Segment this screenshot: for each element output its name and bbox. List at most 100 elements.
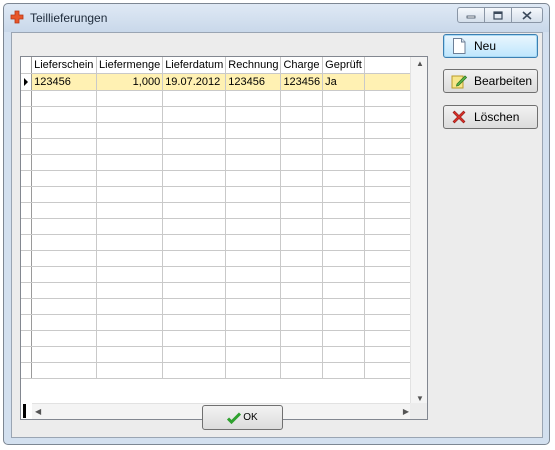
table-cell[interactable] bbox=[225, 250, 282, 267]
table-cell[interactable] bbox=[280, 186, 324, 203]
empty-table-row[interactable] bbox=[21, 122, 412, 139]
table-cell[interactable] bbox=[225, 122, 282, 139]
table-cell[interactable] bbox=[322, 122, 366, 139]
column-header[interactable]: Liefermenge bbox=[96, 57, 164, 74]
table-cell[interactable] bbox=[96, 138, 164, 155]
table-cell[interactable] bbox=[162, 122, 227, 139]
table-cell[interactable] bbox=[31, 122, 98, 139]
empty-table-row[interactable] bbox=[21, 202, 412, 219]
table-cell[interactable] bbox=[96, 330, 164, 347]
table-cell[interactable] bbox=[322, 282, 366, 299]
table-cell[interactable] bbox=[96, 314, 164, 331]
minimize-button[interactable] bbox=[457, 7, 485, 23]
table-cell[interactable] bbox=[364, 234, 412, 251]
empty-table-row[interactable] bbox=[21, 330, 412, 347]
table-cell[interactable] bbox=[162, 298, 227, 315]
table-cell[interactable] bbox=[162, 250, 227, 267]
table-cell[interactable] bbox=[162, 218, 227, 235]
table-cell[interactable] bbox=[322, 154, 366, 171]
table-cell[interactable] bbox=[162, 90, 227, 107]
scroll-up-icon[interactable]: ▲ bbox=[416, 59, 424, 68]
table-cell[interactable] bbox=[96, 106, 164, 123]
table-cell[interactable]: 123456 bbox=[31, 73, 98, 91]
delete-button[interactable]: Löschen bbox=[443, 105, 538, 129]
scroll-down-icon[interactable]: ▼ bbox=[416, 394, 424, 403]
table-cell[interactable] bbox=[364, 138, 412, 155]
table-cell[interactable] bbox=[31, 202, 98, 219]
table-cell[interactable] bbox=[364, 314, 412, 331]
title-bar[interactable]: Teillieferungen bbox=[4, 4, 549, 32]
table-cell[interactable] bbox=[280, 250, 324, 267]
empty-table-row[interactable] bbox=[21, 346, 412, 363]
table-cell[interactable] bbox=[364, 346, 412, 363]
column-header[interactable]: Lieferdatum bbox=[162, 57, 227, 74]
table-cell[interactable] bbox=[31, 138, 98, 155]
edit-button[interactable]: Bearbeiten bbox=[443, 69, 538, 93]
table-cell[interactable] bbox=[364, 73, 412, 91]
table-cell[interactable] bbox=[225, 266, 282, 283]
table-cell[interactable] bbox=[162, 314, 227, 331]
table-cell[interactable] bbox=[31, 266, 98, 283]
table-cell[interactable] bbox=[322, 250, 366, 267]
table-cell[interactable] bbox=[280, 154, 324, 171]
column-header[interactable]: Rechnung bbox=[225, 57, 282, 74]
table-cell[interactable] bbox=[162, 106, 227, 123]
table-cell[interactable] bbox=[280, 218, 324, 235]
table-cell[interactable] bbox=[280, 282, 324, 299]
table-cell[interactable] bbox=[96, 154, 164, 171]
empty-table-row[interactable] bbox=[21, 106, 412, 123]
table-cell[interactable] bbox=[364, 282, 412, 299]
table-cell[interactable] bbox=[162, 154, 227, 171]
table-cell[interactable] bbox=[280, 202, 324, 219]
table-cell[interactable] bbox=[280, 362, 324, 379]
table-cell[interactable] bbox=[322, 138, 366, 155]
table-cell[interactable] bbox=[280, 234, 324, 251]
table-cell[interactable]: 1,000 bbox=[96, 73, 164, 91]
table-cell[interactable] bbox=[96, 186, 164, 203]
table-cell[interactable] bbox=[322, 186, 366, 203]
table-cell[interactable] bbox=[364, 362, 412, 379]
table-cell[interactable] bbox=[31, 330, 98, 347]
table-cell[interactable] bbox=[96, 266, 164, 283]
table-cell[interactable] bbox=[31, 154, 98, 171]
table-cell[interactable] bbox=[322, 298, 366, 315]
table-cell[interactable] bbox=[162, 186, 227, 203]
empty-table-row[interactable] bbox=[21, 298, 412, 315]
table-cell[interactable] bbox=[225, 330, 282, 347]
table-cell[interactable] bbox=[322, 218, 366, 235]
close-button[interactable] bbox=[511, 7, 543, 23]
table-cell[interactable] bbox=[31, 346, 98, 363]
empty-table-row[interactable] bbox=[21, 154, 412, 171]
table-cell[interactable] bbox=[31, 282, 98, 299]
ok-button[interactable]: OK bbox=[202, 405, 283, 430]
table-cell[interactable] bbox=[364, 154, 412, 171]
table-cell[interactable]: Ja bbox=[322, 73, 366, 91]
table-cell[interactable] bbox=[364, 330, 412, 347]
table-cell[interactable] bbox=[31, 218, 98, 235]
maximize-button[interactable] bbox=[484, 7, 512, 23]
table-cell[interactable] bbox=[225, 218, 282, 235]
table-cell[interactable] bbox=[280, 122, 324, 139]
empty-table-row[interactable] bbox=[21, 250, 412, 267]
table-cell[interactable] bbox=[162, 138, 227, 155]
column-header[interactable]: Lieferschein bbox=[31, 57, 98, 74]
column-header[interactable] bbox=[364, 57, 412, 74]
table-cell[interactable] bbox=[162, 266, 227, 283]
table-cell[interactable] bbox=[225, 362, 282, 379]
empty-table-row[interactable] bbox=[21, 90, 412, 107]
table-cell[interactable] bbox=[31, 170, 98, 187]
empty-table-row[interactable] bbox=[21, 186, 412, 203]
empty-table-row[interactable] bbox=[21, 234, 412, 251]
table-cell[interactable] bbox=[364, 266, 412, 283]
table-cell[interactable] bbox=[322, 346, 366, 363]
table-cell[interactable] bbox=[280, 90, 324, 107]
table-cell[interactable] bbox=[96, 202, 164, 219]
table-cell[interactable] bbox=[364, 298, 412, 315]
new-button[interactable]: Neu bbox=[443, 34, 538, 58]
table-cell[interactable] bbox=[96, 90, 164, 107]
table-cell[interactable] bbox=[225, 138, 282, 155]
empty-table-row[interactable] bbox=[21, 266, 412, 283]
empty-table-row[interactable] bbox=[21, 138, 412, 155]
table-cell[interactable] bbox=[225, 90, 282, 107]
table-cell[interactable] bbox=[322, 106, 366, 123]
